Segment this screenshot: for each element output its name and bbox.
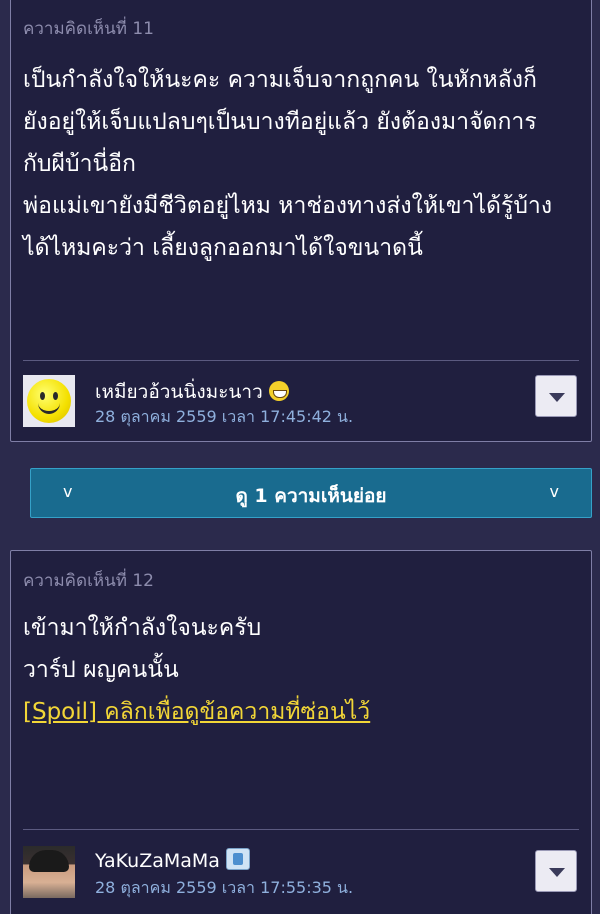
comment-card-11: ความคิดเห็นที่ 11 เป็นกำลังใจให้นะคะ ควา… — [10, 0, 592, 442]
comment-timestamp: 28 ตุลาคม 2559 เวลา 17:55:35 น. — [95, 878, 354, 897]
comment-paragraph: วาร์ป ผญคนนั้น — [23, 657, 179, 683]
user-photo-avatar[interactable] — [23, 846, 75, 898]
comment-author-row: เหมียวอ้วนนิ่งมะนาว 28 ตุลาคม 2559 เวลา … — [23, 375, 581, 431]
author-name[interactable]: YaKuZaMaMa — [95, 848, 250, 872]
chevron-down-icon: v — [549, 482, 559, 501]
comment-number-label: ความคิดเห็นที่ 11 — [23, 19, 154, 39]
view-replies-button[interactable]: v ดู 1 ความเห็นย่อย v — [30, 468, 592, 518]
smiley-face-avatar[interactable] — [23, 375, 75, 427]
comment-paragraph: เป็นกำลังใจให้นะคะ ความเจ็บจากถูกคน ในหั… — [23, 67, 537, 177]
comment-options-dropdown-button[interactable] — [535, 850, 577, 892]
smiley-icon — [27, 379, 71, 423]
comment-paragraph: พ่อแม่เขายังมีชีวิตอยู่ไหม หาช่องทางส่งใ… — [23, 193, 553, 261]
comment-options-dropdown-button[interactable] — [535, 375, 577, 417]
comment-body: เข้ามาให้กำลังใจนะครับ วาร์ป ผญคนนั้น [S… — [23, 607, 583, 733]
comment-body: เป็นกำลังใจให้นะคะ ความเจ็บจากถูกคน ในหั… — [23, 59, 583, 269]
view-replies-label: ดู 1 ความเห็นย่อย — [235, 485, 387, 507]
author-name-text[interactable]: เหมียวอ้วนนิ่งมะนาว — [95, 381, 263, 403]
comment-card-12: ความคิดเห็นที่ 12 เข้ามาให้กำลังใจนะครับ… — [10, 550, 592, 914]
spoiler-link[interactable]: [Spoil] คลิกเพื่อดูข้อความที่ซ่อนไว้ — [23, 691, 583, 733]
comment-timestamp: 28 ตุลาคม 2559 เวลา 17:45:42 น. — [95, 407, 354, 426]
divider — [23, 360, 579, 361]
comment-number-label: ความคิดเห็นที่ 12 — [23, 571, 154, 591]
grinning-emoji-icon — [268, 381, 289, 401]
divider — [23, 829, 579, 830]
blog-badge-icon[interactable] — [225, 848, 250, 870]
author-name[interactable]: เหมียวอ้วนนิ่งมะนาว — [95, 377, 289, 407]
author-name-text[interactable]: YaKuZaMaMa — [95, 850, 220, 872]
comment-paragraph: เข้ามาให้กำลังใจนะครับ — [23, 615, 262, 641]
comment-author-row: YaKuZaMaMa 28 ตุลาคม 2559 เวลา 17:55:35 … — [23, 846, 581, 902]
